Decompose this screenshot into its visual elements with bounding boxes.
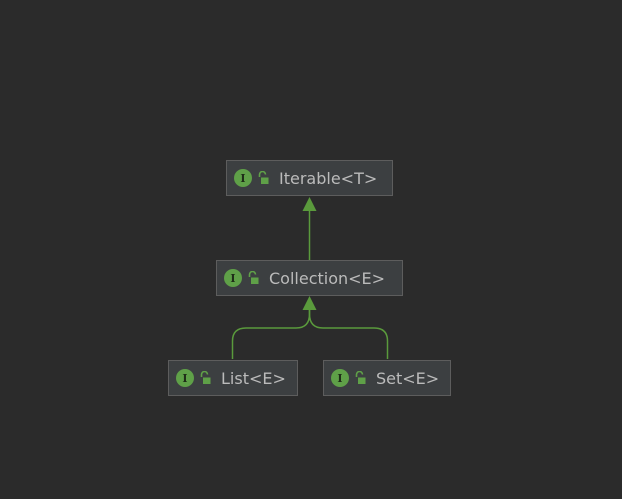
node-set[interactable]: I Set<E>	[323, 360, 451, 396]
node-iterable[interactable]: I Iterable<T>	[226, 160, 393, 196]
inheritance-edges	[231, 197, 389, 359]
public-access-icon	[258, 171, 269, 184]
interface-icon: I	[176, 369, 194, 387]
public-access-icon	[248, 271, 259, 284]
edge-list-to-collection	[231, 309, 311, 359]
node-label-iterable: Iterable<T>	[279, 168, 378, 188]
arrowhead-iterable	[302, 197, 317, 211]
node-label-collection: Collection<E>	[269, 268, 386, 288]
node-label-set: Set<E>	[376, 368, 440, 388]
interface-icon: I	[224, 269, 242, 287]
interface-icon: I	[331, 369, 349, 387]
public-access-icon	[200, 371, 211, 384]
hierarchy-diagram: I Iterable<T> I Collection<E> I List<E> …	[0, 0, 622, 499]
interface-icon: I	[234, 169, 252, 187]
node-collection[interactable]: I Collection<E>	[216, 260, 403, 296]
node-list[interactable]: I List<E>	[168, 360, 298, 396]
node-label-list: List<E>	[221, 368, 286, 388]
arrowhead-collection	[302, 296, 317, 310]
public-access-icon	[355, 371, 366, 384]
edge-set-to-collection	[308, 309, 389, 359]
